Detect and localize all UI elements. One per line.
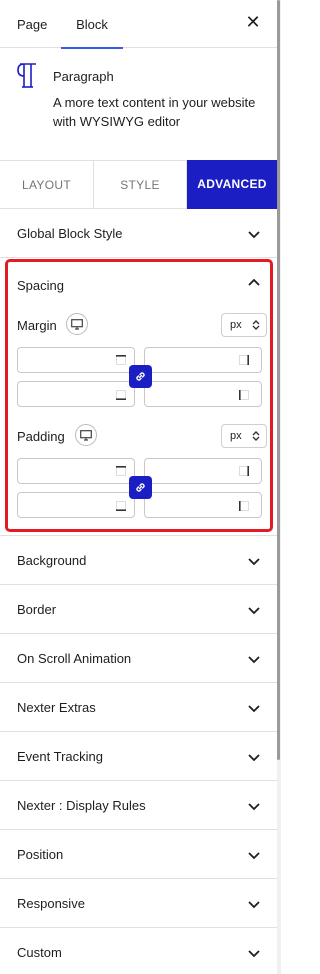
side-bottom-icon — [116, 390, 126, 400]
panel-title: Nexter Extras — [17, 700, 96, 715]
panel-title: Responsive — [17, 896, 85, 911]
chevron-down-icon — [248, 754, 260, 762]
panel-title: Global Block Style — [17, 226, 123, 241]
side-left-icon — [239, 501, 249, 511]
margin-right-input[interactable] — [144, 347, 262, 373]
tab-page[interactable]: Page — [17, 0, 47, 48]
panel-on-scroll-animation[interactable]: On Scroll Animation — [0, 634, 277, 683]
chevron-down-icon — [248, 901, 260, 909]
panel-responsive[interactable]: Responsive — [0, 879, 277, 928]
margin-unit-select[interactable]: px — [221, 313, 267, 337]
link-icon — [136, 483, 145, 492]
side-right-icon — [239, 355, 249, 365]
select-arrows-icon — [252, 431, 260, 441]
panel-background[interactable]: Background — [0, 536, 277, 585]
side-bottom-icon — [116, 501, 126, 511]
padding-bottom-input[interactable] — [17, 492, 135, 518]
paragraph-icon — [17, 63, 36, 88]
margin-unit-value: px — [230, 319, 242, 331]
desktop-icon — [71, 319, 83, 330]
side-top-icon — [116, 355, 126, 365]
chevron-up-icon[interactable] — [247, 276, 261, 290]
padding-unit-value: px — [230, 430, 242, 442]
tab-layout[interactable]: LAYOUT — [0, 161, 94, 208]
scrollbar-thumb[interactable] — [277, 0, 280, 760]
block-title: Paragraph — [53, 69, 114, 84]
panel-title: Border — [17, 602, 57, 617]
margin-device-button[interactable] — [66, 313, 88, 335]
panel-title: Nexter : Display Rules — [17, 798, 146, 813]
sidebar-scrollbar[interactable] — [277, 0, 281, 974]
panel-title[interactable]: Spacing — [17, 278, 64, 293]
side-left-icon — [239, 390, 249, 400]
margin-top-input[interactable] — [17, 347, 135, 373]
panel-nexter-display-rules[interactable]: Nexter : Display Rules — [0, 781, 277, 830]
padding-label: Padding — [17, 429, 65, 444]
tab-block[interactable]: Block — [61, 0, 123, 49]
chevron-down-icon — [248, 558, 260, 566]
panel-global-block-style[interactable]: Global Block Style — [0, 209, 277, 258]
panel-title: Event Tracking — [17, 749, 103, 764]
panel-title: On Scroll Animation — [17, 651, 132, 666]
panel-border[interactable]: Border — [0, 585, 277, 634]
padding-left-input[interactable] — [144, 492, 262, 518]
margin-bottom-input[interactable] — [17, 381, 135, 407]
select-arrows-icon — [252, 320, 260, 330]
panel-event-tracking[interactable]: Event Tracking — [0, 732, 277, 781]
padding-right-input[interactable] — [144, 458, 262, 484]
padding-top-input[interactable] — [17, 458, 135, 484]
chevron-down-icon — [248, 950, 260, 958]
panel-position[interactable]: Position — [0, 830, 277, 879]
padding-device-button[interactable] — [75, 424, 97, 446]
margin-link-button[interactable] — [129, 365, 152, 388]
chevron-down-icon — [248, 803, 260, 811]
tab-advanced[interactable]: ADVANCED — [187, 160, 277, 209]
block-card: Paragraph A more text content in your we… — [0, 48, 277, 160]
panel-spacing: Spacing Margin px Padding px — [5, 259, 273, 532]
margin-label: Margin — [17, 318, 57, 333]
padding-unit-select[interactable]: px — [221, 424, 267, 448]
tab-style[interactable]: STYLE — [94, 161, 187, 208]
panel-custom[interactable]: Custom — [0, 928, 277, 974]
desktop-icon — [80, 430, 92, 441]
panel-title: Custom — [17, 945, 62, 960]
side-top-icon — [116, 466, 126, 476]
margin-left-input[interactable] — [144, 381, 262, 407]
padding-link-button[interactable] — [129, 476, 152, 499]
side-right-icon — [239, 466, 249, 476]
mode-tabs: LAYOUT STYLE ADVANCED — [0, 160, 277, 209]
chevron-down-icon — [248, 852, 260, 860]
close-sidebar-button[interactable]: ✕ — [243, 12, 263, 32]
chevron-down-icon — [248, 705, 260, 713]
panel-title: Position — [17, 847, 64, 862]
block-description: A more text content in your website with… — [53, 95, 256, 129]
panel-nexter-extras[interactable]: Nexter Extras — [0, 683, 277, 732]
link-icon — [136, 372, 145, 381]
close-icon: ✕ — [245, 12, 261, 32]
chevron-down-icon — [248, 607, 260, 615]
chevron-down-icon — [248, 656, 260, 664]
chevron-down-icon — [248, 231, 260, 239]
panel-title: Background — [17, 553, 87, 568]
sidebar-header: Page Block ✕ — [0, 0, 277, 49]
